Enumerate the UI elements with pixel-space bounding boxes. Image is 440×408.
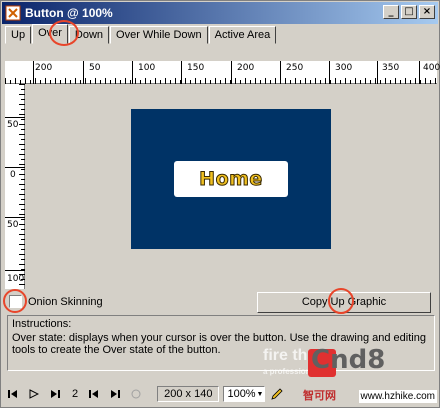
ruler-label: 200 xyxy=(237,63,255,73)
tab-active-area[interactable]: Active Area xyxy=(208,26,277,44)
watermark-brand: fire th xyxy=(263,347,308,364)
ruler-label: 350 xyxy=(382,63,400,73)
onion-skinning-checkbox[interactable] xyxy=(9,295,22,308)
close-button[interactable]: × xyxy=(419,5,435,19)
ruler-label: 400 xyxy=(423,63,440,73)
ruler-label: 300 xyxy=(335,63,353,73)
tab-up[interactable]: Up xyxy=(5,26,32,44)
copy-up-graphic-button[interactable]: Copy Up Graphic xyxy=(257,292,431,313)
title-bar[interactable]: Button @ 100% _ □ × xyxy=(2,2,438,24)
ruler-label: 0 xyxy=(10,170,16,180)
stage[interactable]: Home xyxy=(25,84,437,289)
ruler-label: 250 xyxy=(286,63,304,73)
button-editor-window: Button @ 100% _ □ × Up Over Down Over Wh… xyxy=(0,0,440,408)
document-canvas[interactable]: Home xyxy=(131,109,331,249)
instructions-label: Instructions: xyxy=(12,318,72,330)
tab-down[interactable]: Down xyxy=(68,26,110,44)
watermark-subtitle: a profession xyxy=(263,367,311,376)
ruler-label: 150 xyxy=(187,63,205,73)
horizontal-ruler-ticks xyxy=(5,61,436,84)
ruler-label: 100 xyxy=(7,274,25,284)
site-watermark: fire th a profession Cnd8 智可网 www.hzhike… xyxy=(263,345,437,405)
vertical-ruler: 50 0 50 100 xyxy=(5,84,25,289)
state-tabs: Up Over Down Over While Down Active Area xyxy=(5,24,277,44)
ruler-label: 50 xyxy=(7,120,19,130)
current-frame: 2 xyxy=(72,388,79,400)
ruler-label: 50 xyxy=(7,220,19,230)
ruler-label: 100 xyxy=(138,63,156,73)
maximize-button[interactable]: □ xyxy=(401,5,417,19)
vertical-ruler-ticks xyxy=(5,84,25,285)
zoom-select[interactable]: 100% ▼ xyxy=(223,386,266,402)
window-title: Button @ 100% xyxy=(25,6,113,20)
onion-skinning-toggle[interactable]: Onion Skinning xyxy=(9,295,103,308)
previous-frame-icon[interactable] xyxy=(86,386,102,402)
watermark-url: www.hzhike.com xyxy=(358,390,437,403)
minimize-button[interactable]: _ xyxy=(383,5,399,19)
ruler-label: 50 xyxy=(89,63,101,73)
tab-over[interactable]: Over xyxy=(32,24,68,44)
stop-icon[interactable] xyxy=(128,386,144,402)
tab-over-while-down[interactable]: Over While Down xyxy=(110,26,208,44)
fireworks-app-icon xyxy=(5,5,21,21)
canvas-size-readout: 200 x 140 xyxy=(157,386,220,402)
horizontal-ruler: 200 50 100 150 200 250 300 350 400 xyxy=(5,61,440,84)
zoom-value: 100% xyxy=(227,388,256,400)
next-frame-icon[interactable] xyxy=(107,386,123,402)
watermark-logo: Cnd8 xyxy=(311,345,386,375)
ruler-label: 200 xyxy=(35,63,53,73)
last-frame-icon[interactable] xyxy=(47,386,63,402)
play-icon[interactable] xyxy=(26,386,42,402)
onion-skinning-label: Onion Skinning xyxy=(28,295,103,308)
home-button-text: Home xyxy=(199,168,263,191)
home-button-graphic[interactable]: Home xyxy=(174,161,288,197)
watermark-chinese-text: 智可网 xyxy=(303,390,336,402)
first-frame-icon[interactable] xyxy=(5,386,21,402)
